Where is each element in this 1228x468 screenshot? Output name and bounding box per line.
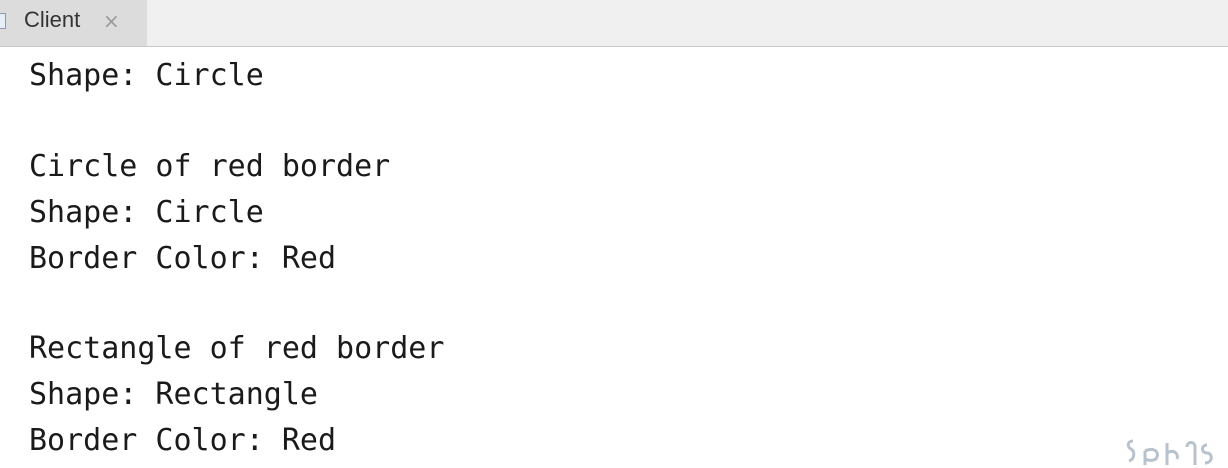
console-line: Shape: Circle [29, 195, 264, 230]
console-icon [0, 13, 6, 29]
tab-client[interactable]: Client × [0, 0, 147, 46]
close-icon[interactable]: × [103, 7, 120, 35]
watermark-logo [1123, 437, 1228, 468]
console-output[interactable]: Shape: Circle Circle of red border Shape… [0, 47, 1228, 468]
editor-tab-bar: Client × [0, 0, 1228, 47]
watermark-logo-graphic [1126, 439, 1213, 465]
console-line: Shape: Circle [29, 58, 264, 93]
console-line: Circle of red border [29, 149, 391, 184]
console-line: Border Color: Red [29, 423, 337, 458]
console-line: Rectangle of red border [29, 331, 445, 366]
console-line: Shape: Rectangle [29, 377, 318, 412]
console-line: Border Color: Red [29, 241, 337, 276]
tab-label: Client [24, 7, 81, 32]
